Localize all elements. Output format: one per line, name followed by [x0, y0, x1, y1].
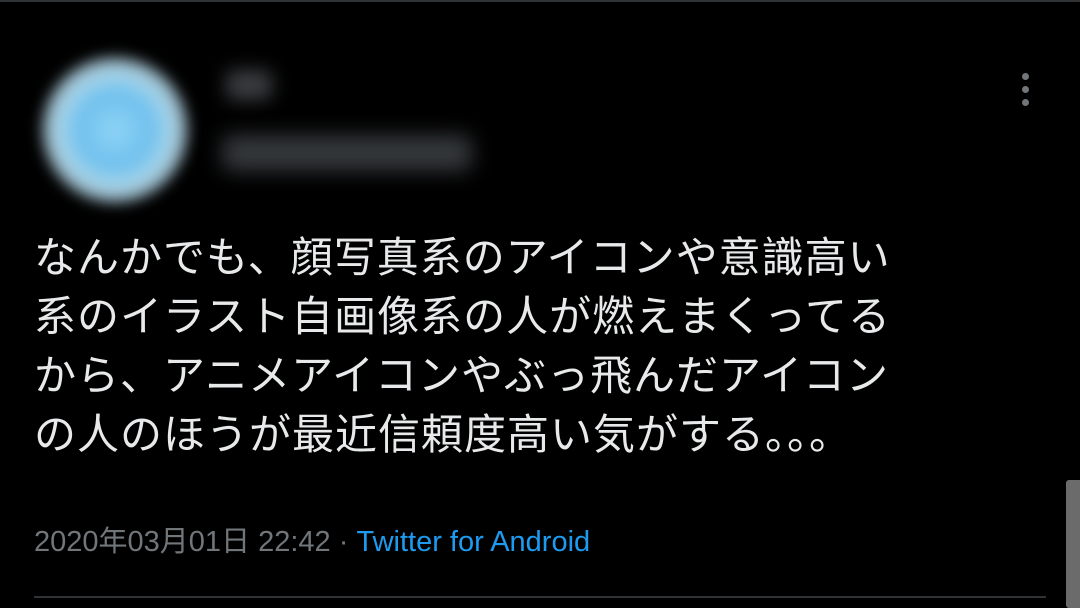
tweet-text-line: から、アニメアイコンやぶっ飛んだアイコン — [34, 351, 889, 400]
tweet-timestamp[interactable]: 2020年03月01日 22:42 — [34, 526, 331, 558]
tweet-meta: 2020年03月01日 22:42 · Twitter for Android — [34, 522, 590, 562]
tweet-source-link[interactable]: Twitter for Android — [356, 526, 590, 558]
more-vertical-icon — [1021, 72, 1029, 80]
more-vertical-icon-dot — [1021, 98, 1029, 106]
bottom-divider — [34, 596, 1046, 598]
tweet-text-line: 系のイラスト自画像系の人が燃えまくってる — [34, 292, 892, 341]
tweet-text-line: なんかでも、顔写真系のアイコンや意識高い — [34, 233, 891, 282]
tweet-text-line: の人のほうが最近信頼度高い気がする。。。 — [34, 410, 853, 459]
more-options-button[interactable] — [1008, 66, 1042, 112]
meta-separator: · — [338, 526, 349, 558]
avatar[interactable] — [42, 57, 188, 203]
scrollbar-thumb[interactable] — [1066, 480, 1080, 608]
more-vertical-icon-dot — [1021, 85, 1029, 93]
display-name-blurred[interactable] — [226, 70, 272, 100]
user-handle-blurred[interactable] — [222, 135, 472, 171]
tweet-text: なんかでも、顔写真系のアイコンや意識高い 系のイラスト自画像系の人が燃えまくって… — [34, 228, 1024, 464]
top-divider — [0, 0, 1080, 2]
